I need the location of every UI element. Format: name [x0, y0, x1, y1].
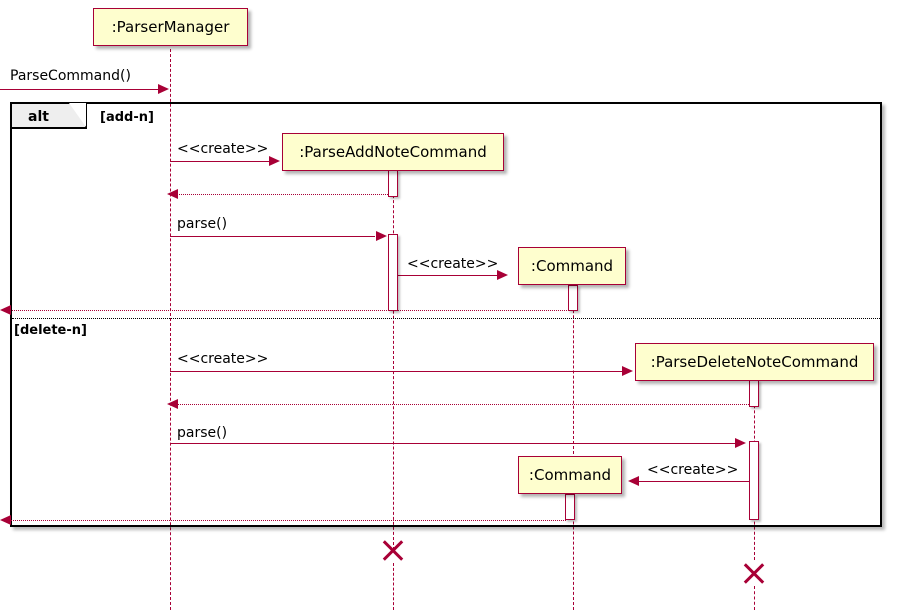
- message-line-return-parseaddnotecommand: [176, 194, 390, 195]
- message-label-create-command-add: <<create>>: [407, 256, 499, 272]
- destroy-marker-parsedeletenotecommand: [741, 560, 767, 586]
- sequence-diagram-canvas: alt [add-n] [delete-n] :ParserManager :P…: [0, 0, 905, 610]
- message-arrowhead-parsecommand: [158, 84, 169, 94]
- alt-guard-delete: [delete-n]: [14, 323, 87, 338]
- alt-label-corner-clip: [69, 103, 86, 127]
- participant-command-delete-label: :Command: [528, 466, 612, 484]
- message-arrowhead-return-command-delete: [0, 515, 11, 525]
- message-line-create-parsedeletenotecommand: [170, 371, 623, 372]
- participant-parseaddnotecommand-label: :ParseAddNoteCommand: [299, 143, 487, 161]
- participant-parsedeletenotecommand-label: :ParseDeleteNoteCommand: [650, 353, 859, 371]
- activation-command-add-create: [568, 285, 578, 311]
- message-arrowhead-return-parsedeletenotecommand: [167, 399, 178, 409]
- message-arrowhead-parse-delete: [735, 438, 746, 448]
- participant-parsedeletenotecommand[interactable]: :ParseDeleteNoteCommand: [635, 343, 874, 381]
- message-line-parse-add: [170, 236, 375, 237]
- alt-guard-add: [add-n]: [100, 110, 154, 125]
- alt-fragment-label: alt: [28, 109, 49, 125]
- message-line-return-command-add: [9, 310, 569, 311]
- participant-parseaddnotecommand[interactable]: :ParseAddNoteCommand: [282, 133, 504, 171]
- lifeline-parsedeletenotecommand-after-destroy: [754, 586, 755, 610]
- message-arrowhead-return-command-add: [0, 305, 11, 315]
- message-label-parsecommand: ParseCommand(): [10, 68, 131, 84]
- message-line-create-parseaddnotecommand: [170, 161, 270, 162]
- message-label-create-parsedeletenotecommand: <<create>>: [177, 351, 269, 367]
- message-line-create-command-delete: [639, 481, 750, 482]
- destroy-marker-parseaddnotecommand: [380, 537, 406, 563]
- message-line-parsecommand: [0, 89, 160, 90]
- message-line-create-command-add: [398, 275, 498, 276]
- activation-command-delete-create: [565, 494, 575, 520]
- participant-command-delete[interactable]: :Command: [518, 456, 622, 494]
- participant-command-add-label: :Command: [530, 257, 614, 275]
- message-arrowhead-create-command-add: [497, 270, 508, 280]
- activation-parseaddnotecommand-parse: [388, 234, 398, 311]
- participant-parsermanager[interactable]: :ParserManager: [93, 8, 248, 46]
- message-line-return-parsedeletenotecommand: [176, 404, 751, 405]
- activation-parsedeletenotecommand-create: [749, 380, 759, 407]
- participant-command-add[interactable]: :Command: [518, 247, 626, 285]
- activation-parsedeletenotecommand-parse: [749, 441, 759, 520]
- participant-parsermanager-label: :ParserManager: [111, 18, 230, 36]
- message-line-parse-delete: [170, 443, 736, 444]
- message-label-create-parseaddnotecommand: <<create>>: [177, 141, 269, 157]
- message-arrowhead-create-parseaddnotecommand: [269, 156, 280, 166]
- alt-fragment-label-box: [12, 103, 87, 129]
- alt-fragment-divider: [12, 318, 880, 319]
- lifeline-parseaddnotecommand-after-destroy: [393, 563, 394, 610]
- activation-parseaddnotecommand-create: [388, 170, 398, 197]
- message-label-parse-delete: parse(): [177, 425, 228, 441]
- message-label-parse-add: parse(): [177, 216, 228, 232]
- message-line-return-command-delete: [9, 520, 566, 521]
- message-arrowhead-create-parsedeletenotecommand: [622, 366, 633, 376]
- message-arrowhead-create-command-delete: [628, 476, 639, 486]
- message-arrowhead-parse-add: [376, 231, 387, 241]
- message-label-create-command-delete: <<create>>: [647, 462, 739, 478]
- message-arrowhead-return-parseaddnotecommand: [167, 189, 178, 199]
